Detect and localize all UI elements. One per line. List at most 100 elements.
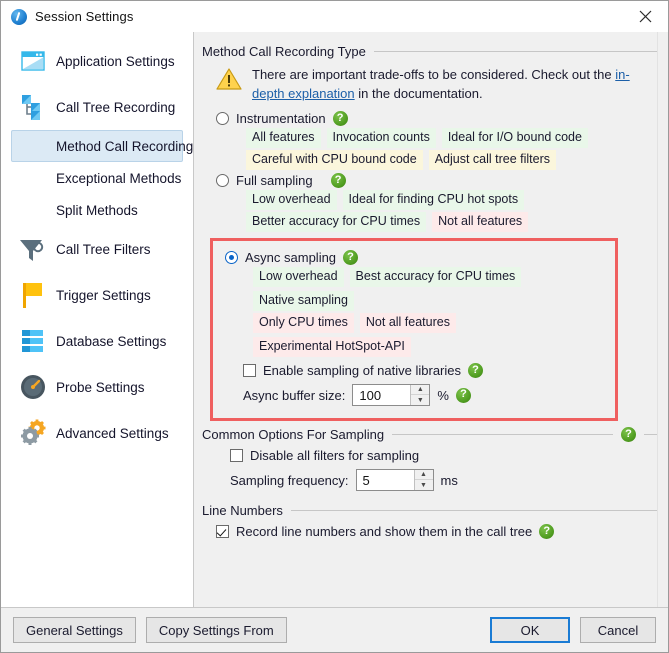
group-divider (290, 510, 658, 511)
group-title-row: Method Call Recording Type (202, 44, 658, 59)
checkbox-disable-all-filters[interactable]: Disable all filters for sampling (230, 448, 658, 463)
tag: Experimental HotSpot-API (253, 337, 411, 357)
help-icon[interactable]: ? (621, 427, 636, 442)
tag-row-full-sampling-2: Better accuracy for CPU times Not all fe… (246, 212, 658, 232)
radio-async-sampling[interactable]: Async sampling ? (225, 250, 611, 265)
tag: Invocation counts (326, 128, 436, 148)
group-title: Line Numbers (202, 503, 283, 518)
warning-text-before: There are important trade-offs to be con… (252, 67, 616, 82)
async-buffer-size-stepper[interactable]: 100 ▲ ▼ (352, 384, 431, 406)
tag: Better accuracy for CPU times (246, 212, 427, 232)
group-title-row: Common Options For Sampling ? (202, 427, 658, 442)
field-label: Async buffer size: (243, 387, 346, 403)
tag-row-async-2: Only CPU times Not all features Experime… (253, 313, 611, 357)
sidebar-item-probe-settings[interactable]: Probe Settings (11, 364, 183, 410)
stepper-arrows[interactable]: ▲ ▼ (413, 470, 433, 490)
sidebar-item-advanced-settings[interactable]: Advanced Settings (11, 410, 183, 456)
title-bar: Session Settings (1, 1, 668, 32)
gauge-icon (16, 370, 50, 404)
sidebar-item-exceptional-methods[interactable]: Exceptional Methods (11, 162, 183, 194)
group-title: Method Call Recording Type (202, 44, 366, 59)
tag: Best accuracy for CPU times (349, 267, 522, 287)
tag: Careful with CPU bound code (246, 150, 423, 170)
radio-full-sampling[interactable]: Full sampling ? (216, 173, 658, 188)
group-divider (373, 51, 658, 52)
sampling-frequency-input[interactable]: 5 (356, 470, 414, 490)
tag: Low overhead (253, 267, 344, 287)
warning-text-after: in the documentation. (354, 86, 483, 101)
flag-icon (16, 278, 50, 312)
tag: Ideal for I/O bound code (441, 128, 588, 148)
window-title: Session Settings (35, 9, 134, 24)
field-async-buffer-size: Async buffer size: 100 ▲ ▼ % ? (243, 384, 611, 406)
tag: Low overhead (246, 190, 337, 210)
sidebar-item-call-tree-recording[interactable]: Call Tree Recording (11, 84, 183, 130)
tag-row-instrumentation-2: Careful with CPU bound code Adjust call … (246, 150, 658, 170)
gears-icon (16, 416, 50, 450)
sidebar-item-label: Split Methods (56, 202, 138, 218)
group-divider (392, 434, 613, 435)
stepper-up-icon[interactable]: ▲ (411, 385, 430, 395)
tag: Only CPU times (253, 313, 354, 333)
tag: Not all features (359, 313, 456, 333)
async-sampling-highlight-box: Async sampling ? Low overhead Best accur… (210, 238, 618, 421)
field-unit: % (437, 387, 449, 403)
window-icon (16, 44, 50, 78)
tag: Native sampling (253, 291, 354, 311)
help-icon[interactable]: ? (455, 387, 471, 403)
tag: All features (246, 128, 321, 148)
sidebar-item-label: Call Tree Recording (56, 99, 176, 115)
tradeoff-warning: There are important trade-offs to be con… (216, 65, 658, 103)
checkbox-enable-native-sampling[interactable]: Enable sampling of native libraries ? (243, 363, 611, 378)
sidebar-item-split-methods[interactable]: Split Methods (11, 194, 183, 226)
radio-indicator (225, 251, 238, 264)
sidebar-item-label: Exceptional Methods (56, 170, 182, 186)
group-divider-end (644, 434, 658, 435)
sampling-frequency-stepper[interactable]: 5 ▲ ▼ (355, 469, 434, 491)
funnel-icon (16, 232, 50, 266)
help-icon[interactable]: ? (539, 524, 555, 539)
radio-indicator (216, 112, 229, 125)
sidebar-item-label: Application Settings (56, 53, 175, 69)
sidebar-item-label: Advanced Settings (56, 425, 169, 441)
field-label: Sampling frequency: (230, 472, 349, 488)
help-icon[interactable]: ? (343, 250, 359, 265)
async-buffer-size-input[interactable]: 100 (353, 385, 411, 405)
radio-label: Async sampling (245, 250, 337, 265)
checkbox-indicator (230, 449, 243, 462)
radio-label: Full sampling (236, 173, 313, 188)
ok-button[interactable]: OK (490, 617, 570, 643)
session-settings-window: Session Settings Application Settings Ca… (0, 0, 669, 653)
sidebar-item-trigger-settings[interactable]: Trigger Settings (11, 272, 183, 318)
checkbox-label: Disable all filters for sampling (250, 448, 420, 463)
stepper-arrows[interactable]: ▲ ▼ (410, 385, 430, 405)
main-scrollbar[interactable] (657, 32, 667, 607)
copy-settings-from-button[interactable]: Copy Settings From (145, 617, 287, 643)
settings-main-panel: Method Call Recording Type There are imp… (194, 32, 668, 607)
checkbox-label: Record line numbers and show them in the… (236, 524, 533, 539)
help-icon[interactable]: ? (468, 363, 483, 378)
checkbox-record-line-numbers[interactable]: Record line numbers and show them in the… (216, 524, 658, 539)
group-common-options-for-sampling: Common Options For Sampling ? Disable al… (202, 427, 658, 491)
general-settings-button[interactable]: General Settings (13, 617, 136, 643)
radio-indicator (216, 174, 229, 187)
sidebar-item-database-settings[interactable]: Database Settings (11, 318, 183, 364)
sidebar-item-application-settings[interactable]: Application Settings (11, 38, 183, 84)
sidebar-item-label: Probe Settings (56, 379, 145, 395)
tag-row-instrumentation-1: All features Invocation counts Ideal for… (246, 128, 658, 148)
sidebar-item-call-tree-filters[interactable]: Call Tree Filters (11, 226, 183, 272)
checkbox-indicator (216, 525, 229, 538)
help-icon[interactable]: ? (332, 111, 348, 126)
stepper-down-icon[interactable]: ▼ (415, 480, 433, 490)
help-icon[interactable]: ? (330, 173, 346, 188)
checkbox-label: Enable sampling of native libraries (263, 363, 461, 378)
sidebar-item-label: Trigger Settings (56, 287, 151, 303)
database-icon (16, 324, 50, 358)
stepper-up-icon[interactable]: ▲ (414, 470, 433, 480)
stepper-down-icon[interactable]: ▼ (411, 395, 429, 405)
close-icon[interactable] (622, 1, 668, 32)
group-method-call-recording-type: Method Call Recording Type There are imp… (202, 44, 658, 421)
cancel-button[interactable]: Cancel (580, 617, 656, 643)
sidebar-item-method-call-recording[interactable]: Method Call Recording (11, 130, 193, 162)
radio-instrumentation[interactable]: Instrumentation ? (216, 111, 658, 126)
